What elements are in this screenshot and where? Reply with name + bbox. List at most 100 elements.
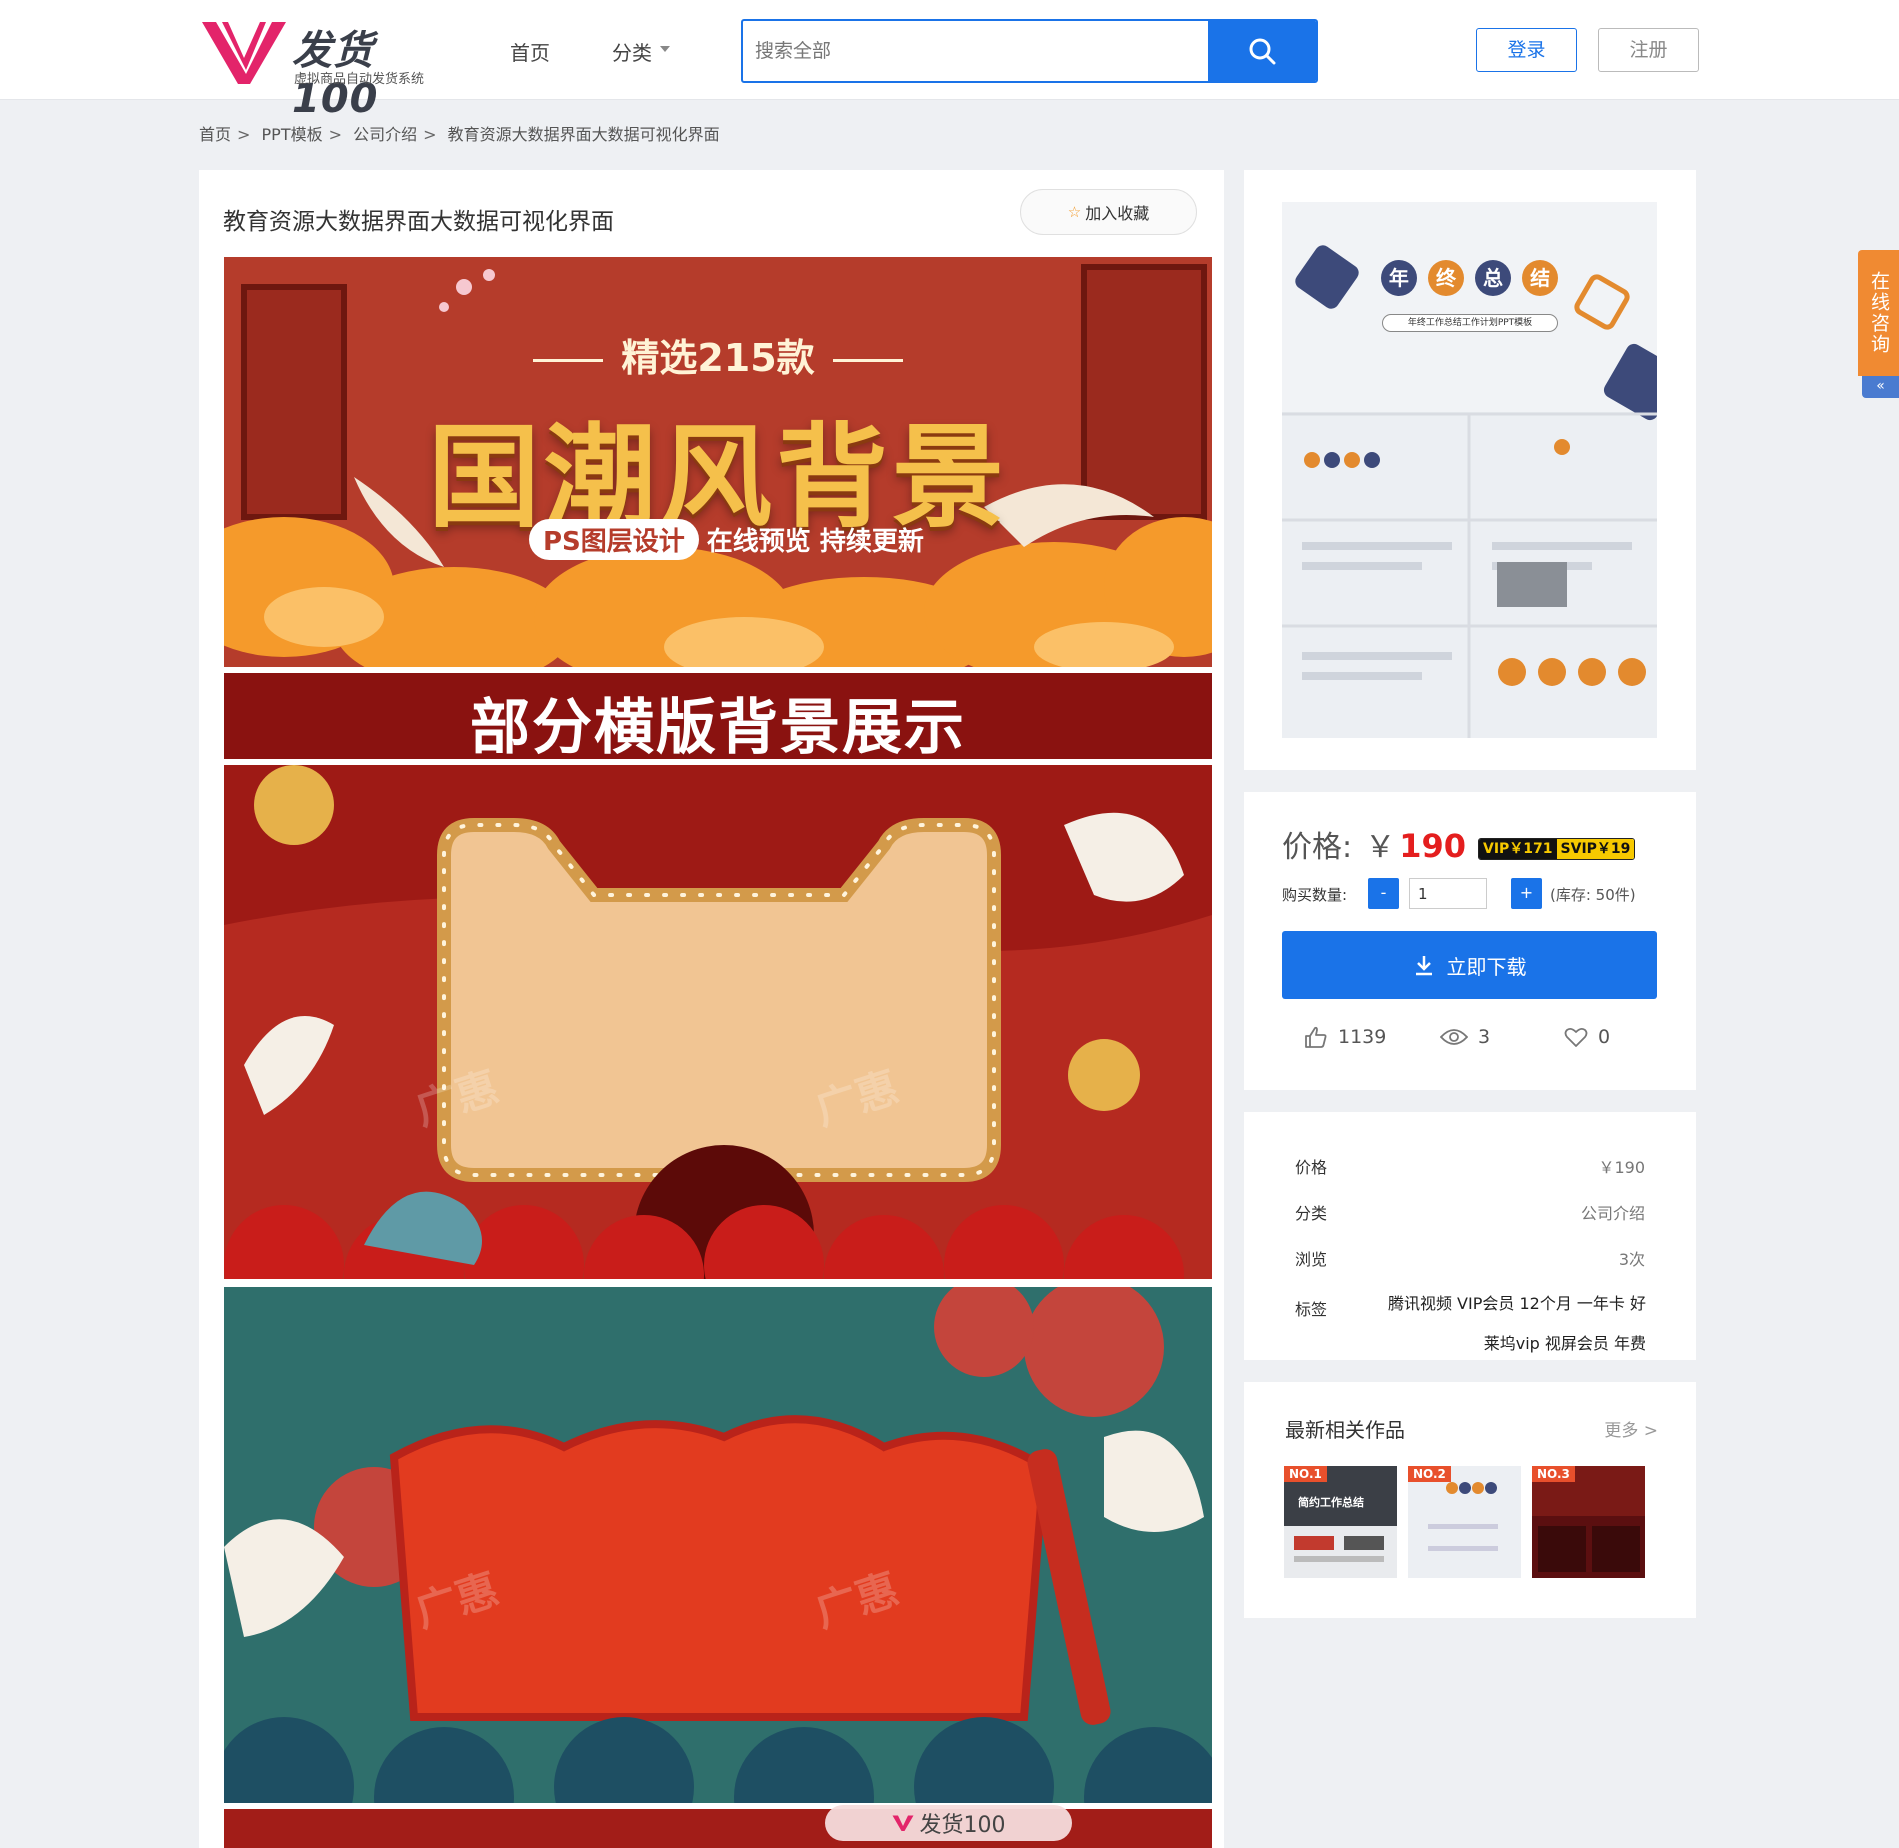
price-row: 价格: ￥ 190: [1282, 822, 1466, 866]
view-count: 3: [1478, 1026, 1491, 1048]
product-detail-card: 教育资源大数据界面大数据可视化界面 ☆ 加入收藏 精选215款 国潮风背景 PS…: [199, 170, 1224, 1848]
info-value[interactable]: 公司介绍: [1581, 1200, 1645, 1224]
vip-price: VIP￥171: [1479, 839, 1557, 859]
page-title: 教育资源大数据界面大数据可视化界面: [223, 209, 614, 235]
preview-title-char: 终: [1427, 260, 1464, 296]
search-icon: [1249, 38, 1276, 65]
info-card: 价格 ￥190 分类 公司介绍 浏览 3次 标签 腾讯视频 VIP会员 12个月…: [1244, 1112, 1696, 1360]
preview-card: 年 终 总 结 年终工作总结工作计划PPT模板: [1244, 170, 1696, 770]
site-logo[interactable]: 发货100 虚拟商品自动发货系统: [200, 16, 460, 122]
breadcrumb-sep: >: [328, 125, 342, 144]
search-button[interactable]: [1208, 21, 1316, 81]
banner-pill: PS图层设计: [529, 519, 699, 560]
quantity-increase-button[interactable]: +: [1511, 878, 1542, 909]
nav-category[interactable]: 分类: [612, 37, 652, 66]
preview-title-char: 总: [1475, 260, 1512, 296]
favorite-stat[interactable]: 0: [1564, 1026, 1610, 1048]
breadcrumb-sep: >: [423, 125, 437, 144]
price-value: ￥ 190: [1365, 827, 1466, 865]
heart-icon: [1564, 1027, 1588, 1047]
search-box: [741, 19, 1318, 83]
preview-subtitle: 年终工作总结工作计划PPT模板: [1382, 314, 1558, 332]
thumbs-up-icon: [1305, 1026, 1327, 1048]
rank-badge: NO.1: [1284, 1466, 1327, 1482]
collapse-arrow-icon[interactable]: «: [1862, 376, 1899, 398]
related-item[interactable]: NO.2: [1408, 1466, 1521, 1578]
caret-down-icon[interactable]: [660, 46, 670, 52]
banner-subtitle: 精选215款: [224, 327, 1212, 382]
info-key: 价格: [1295, 1158, 1328, 1177]
banner-tagline-text: 在线预览 持续更新: [706, 527, 924, 557]
breadcrumb-sep: >: [237, 125, 251, 144]
breadcrumb-current: 教育资源大数据界面大数据可视化界面: [447, 125, 720, 144]
banner-tagline: PS图层设计 在线预览 持续更新: [529, 519, 924, 560]
price-label: 价格:: [1282, 830, 1353, 865]
logo-subtitle: 虚拟商品自动发货系统: [294, 72, 425, 87]
preview-title: 年 终 总 结: [1282, 260, 1657, 296]
floating-brand-badge[interactable]: 发货100: [825, 1805, 1072, 1841]
breadcrumb-ppt[interactable]: PPT模板: [262, 125, 323, 144]
preview-title-char: 结: [1522, 260, 1559, 296]
info-key: 浏览: [1295, 1250, 1328, 1269]
info-key: 分类: [1295, 1204, 1328, 1223]
related-item[interactable]: NO.1 简约工作总结: [1284, 1466, 1397, 1578]
info-value: ￥190: [1598, 1158, 1645, 1177]
related-item-title: 简约工作总结: [1298, 1496, 1364, 1509]
nav-home[interactable]: 首页: [510, 37, 550, 66]
logo-mark-icon: [892, 1815, 913, 1831]
favorite-count: 0: [1598, 1026, 1611, 1048]
breadcrumb-company[interactable]: 公司介绍: [353, 125, 417, 144]
related-title: 最新相关作品: [1285, 1418, 1405, 1442]
template-preview-image[interactable]: 年 终 总 结 年终工作总结工作计划PPT模板: [1282, 202, 1657, 738]
quantity-input[interactable]: [1409, 878, 1487, 909]
floating-brand-label: 发货100: [919, 1813, 1006, 1838]
related-works-card: 最新相关作品 更多 > NO.1 简约工作总结 NO.2 NO.3: [1244, 1382, 1696, 1618]
top-header: 发货100 虚拟商品自动发货系统 首页 分类 登录 注册: [0, 0, 1899, 122]
sample-1-art: [224, 765, 1212, 1279]
online-consult-tab[interactable]: 在线咨询: [1858, 250, 1899, 376]
eye-icon: [1440, 1029, 1468, 1045]
background-sample-2: 广惠 广惠: [224, 1287, 1212, 1803]
sample-2-art: [224, 1287, 1212, 1803]
download-button[interactable]: 立即下载: [1282, 931, 1657, 999]
related-thumb-art: [1532, 1466, 1645, 1578]
login-button[interactable]: 登录: [1476, 28, 1577, 72]
like-stat[interactable]: 1139: [1304, 1026, 1386, 1048]
info-key: 标签: [1295, 1300, 1328, 1319]
register-button[interactable]: 注册: [1598, 28, 1699, 72]
banner-image: 精选215款 国潮风背景 PS图层设计 在线预览 持续更新: [224, 257, 1212, 667]
vip-price-badges: VIP￥171 SVIP￥19: [1478, 838, 1636, 860]
section-banner-text: 部分横版背景展示: [470, 693, 966, 759]
stats-row: 1139 3 0: [1282, 1026, 1657, 1056]
related-thumb-art: [1408, 1466, 1521, 1578]
quantity-label: 购买数量:: [1282, 886, 1348, 904]
rank-badge: NO.3: [1532, 1466, 1575, 1482]
svip-price: SVIP￥19: [1556, 839, 1635, 859]
download-icon: [1415, 956, 1432, 976]
related-thumb-art: [1284, 1466, 1397, 1578]
add-favorite-label: 加入收藏: [1085, 204, 1150, 223]
tags-line[interactable]: 腾讯视频 VIP会员 12个月 一年卡 好: [1368, 1284, 1646, 1324]
preview-title-char: 年: [1380, 260, 1417, 296]
tags-line[interactable]: 莱坞vip 视屏会员 年费: [1368, 1324, 1646, 1364]
background-sample-1: 广惠 广惠: [224, 765, 1212, 1279]
more-link[interactable]: 更多 >: [1604, 1416, 1658, 1441]
section-banner: 部分横版背景展示: [224, 673, 1212, 759]
breadcrumb-home[interactable]: 首页: [199, 125, 231, 144]
logo-mark-icon: [202, 22, 286, 84]
breadcrumb: 首页 > PPT模板 > 公司介绍 > 教育资源大数据界面大数据可视化界面: [199, 121, 726, 145]
view-stat: 3: [1440, 1026, 1490, 1048]
rank-badge: NO.2: [1408, 1466, 1451, 1482]
like-count: 1139: [1338, 1026, 1387, 1048]
star-icon: ☆: [1067, 203, 1082, 221]
purchase-card: 价格: ￥190 VIP￥171 SVIP￥19 购买数量: - + (库存: …: [1244, 792, 1696, 1090]
quantity-decrease-button[interactable]: -: [1368, 878, 1399, 909]
related-item[interactable]: NO.3: [1532, 1466, 1645, 1578]
tags-list: 腾讯视频 VIP会员 12个月 一年卡 好 莱坞vip 视屏会员 年费: [1368, 1284, 1646, 1364]
info-value: 3次: [1618, 1250, 1645, 1269]
download-label: 立即下载: [1446, 954, 1527, 979]
add-favorite-button[interactable]: ☆ 加入收藏: [1020, 189, 1197, 235]
stock-info: (库存: 50件): [1550, 886, 1636, 904]
quantity-row: 购买数量: - + (库存: 50件): [1282, 876, 1682, 910]
search-input[interactable]: [743, 21, 1208, 81]
